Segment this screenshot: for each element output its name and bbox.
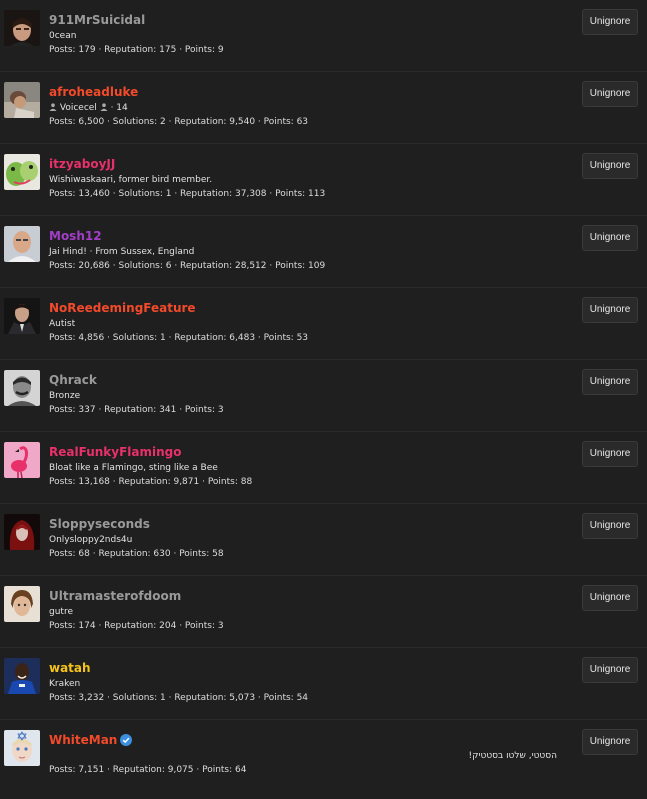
user-title: gutre xyxy=(49,607,73,617)
unignore-button[interactable]: Unignore xyxy=(582,153,638,179)
avatar[interactable] xyxy=(4,442,40,478)
unignore-button[interactable]: Unignore xyxy=(582,369,638,395)
username-link[interactable]: watah xyxy=(49,661,91,676)
user-stats: Posts: 6,500 · Solutions: 2 · Reputation… xyxy=(49,117,309,127)
person-icon xyxy=(100,103,108,111)
username-link[interactable]: Ultramasterofdoom xyxy=(49,589,181,604)
unignore-button[interactable]: Unignore xyxy=(582,657,638,683)
user-title: Kraken xyxy=(49,679,81,689)
verified-badge-icon xyxy=(120,734,133,746)
list-item: afroheadluke Voicecel · 14 Posts: 6,500 … xyxy=(0,72,647,144)
list-item: WhiteMan הסטטי, שלטו בסטטיק! Posts: 7,15… xyxy=(0,720,647,792)
avatar[interactable] xyxy=(4,10,40,46)
username-link[interactable]: 911MrSuicidal xyxy=(49,13,145,28)
unignore-button[interactable]: Unignore xyxy=(582,585,638,611)
user-stats: Posts: 3,232 · Solutions: 1 · Reputation… xyxy=(49,693,309,703)
list-item: watah Kraken Posts: 3,232 · Solutions: 1… xyxy=(0,648,647,720)
list-item: Ultramasterofdoom gutre Posts: 174 · Rep… xyxy=(0,576,647,648)
avatar[interactable] xyxy=(4,514,40,550)
user-title: Voicecel · 14 xyxy=(49,102,557,115)
username-link[interactable]: afroheadluke xyxy=(49,85,138,100)
user-stats: Posts: 13,460 · Solutions: 1 · Reputatio… xyxy=(49,189,326,199)
list-item: RealFunkyFlamingo Bloat like a Flamingo,… xyxy=(0,432,647,504)
username-link[interactable]: itzyaboyJJ xyxy=(49,157,115,172)
username-link[interactable]: Qhrack xyxy=(49,373,97,388)
list-item: 911MrSuicidal 0cean Posts: 179 · Reputat… xyxy=(0,0,647,72)
user-stats: Posts: 337 · Reputation: 341 · Points: 3 xyxy=(49,405,224,415)
user-stats: Posts: 179 · Reputation: 175 · Points: 9 xyxy=(49,45,224,55)
ignored-users-list: 911MrSuicidal 0cean Posts: 179 · Reputat… xyxy=(0,0,647,792)
user-title-label: Voicecel xyxy=(59,103,97,113)
user-title: הסטטי, שלטו בסטטיק! xyxy=(468,751,558,761)
avatar[interactable] xyxy=(4,658,40,694)
username-link[interactable]: Mosh12 xyxy=(49,229,102,244)
user-stats: Posts: 7,151 · Reputation: 9,075 · Point… xyxy=(49,765,247,775)
username-link[interactable]: Sloppyseconds xyxy=(49,517,150,532)
user-stats: Posts: 20,686 · Solutions: 6 · Reputatio… xyxy=(49,261,326,271)
unignore-button[interactable]: Unignore xyxy=(582,81,638,107)
user-title: Bronze xyxy=(49,391,81,401)
unignore-button[interactable]: Unignore xyxy=(582,297,638,323)
list-item: Mosh12 Jai Hind! · From Sussex, England … xyxy=(0,216,647,288)
avatar[interactable] xyxy=(4,154,40,190)
list-item: itzyaboyJJ Wishiwaskaari, former bird me… xyxy=(0,144,647,216)
list-item: NoReedemingFeature Autist Posts: 4,856 ·… xyxy=(0,288,647,360)
avatar[interactable] xyxy=(4,586,40,622)
user-title-count: · 14 xyxy=(110,103,128,113)
avatar[interactable] xyxy=(4,298,40,334)
unignore-button[interactable]: Unignore xyxy=(582,9,638,35)
unignore-button[interactable]: Unignore xyxy=(582,225,638,251)
username-link[interactable]: WhiteMan xyxy=(49,733,117,748)
unignore-button[interactable]: Unignore xyxy=(582,729,638,755)
user-title: Autist xyxy=(49,319,76,329)
user-title: Wishiwaskaari, former bird member. xyxy=(49,175,213,185)
user-title: Bloat like a Flamingo, sting like a Bee xyxy=(49,463,218,473)
unignore-button[interactable]: Unignore xyxy=(582,441,638,467)
user-title: 0cean xyxy=(49,31,77,41)
user-stats: Posts: 68 · Reputation: 630 · Points: 58 xyxy=(49,549,224,559)
list-item: Qhrack Bronze Posts: 337 · Reputation: 3… xyxy=(0,360,647,432)
person-icon xyxy=(49,103,57,111)
avatar[interactable] xyxy=(4,730,40,766)
username-link[interactable]: NoReedemingFeature xyxy=(49,301,196,316)
avatar[interactable] xyxy=(4,226,40,262)
avatar[interactable] xyxy=(4,82,40,118)
unignore-button[interactable]: Unignore xyxy=(582,513,638,539)
user-title: Onlysloppy2nds4u xyxy=(49,535,133,545)
user-stats: Posts: 174 · Reputation: 204 · Points: 3 xyxy=(49,621,224,631)
username-link[interactable]: RealFunkyFlamingo xyxy=(49,445,181,460)
user-stats: Posts: 4,856 · Solutions: 1 · Reputation… xyxy=(49,333,309,343)
user-stats: Posts: 13,168 · Reputation: 9,871 · Poin… xyxy=(49,477,253,487)
list-item: Sloppyseconds Onlysloppy2nds4u Posts: 68… xyxy=(0,504,647,576)
user-title: Jai Hind! · From Sussex, England xyxy=(49,247,195,257)
avatar[interactable] xyxy=(4,370,40,406)
